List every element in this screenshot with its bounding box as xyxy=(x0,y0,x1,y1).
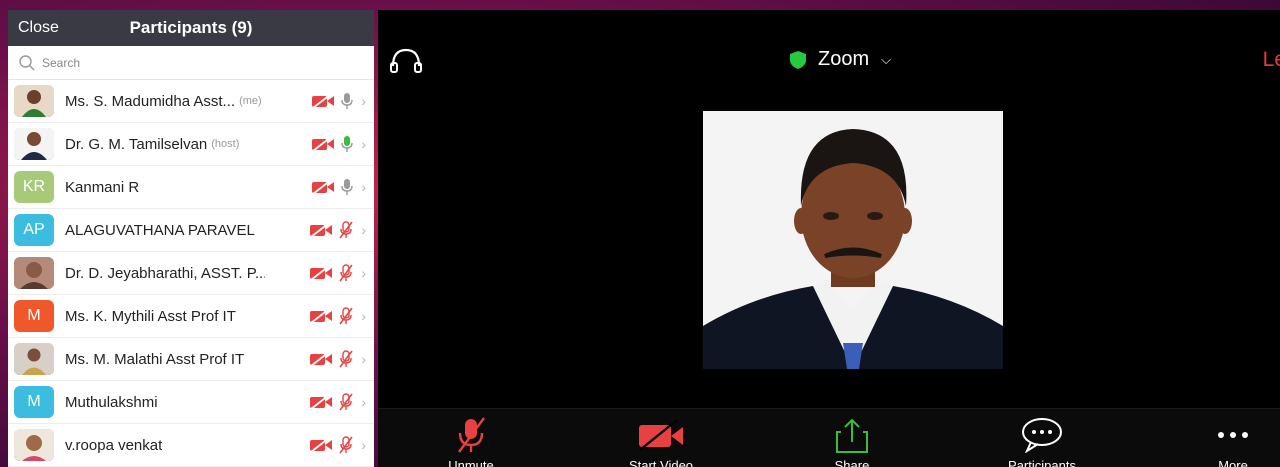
participant-row[interactable]: AP ALAGUVATHANA PARAVEL › xyxy=(8,209,374,252)
more-label: More xyxy=(1218,458,1248,467)
participant-row[interactable]: Dr. D. Jeyabharathi, ASST. P... › xyxy=(8,252,374,295)
participant-name: Dr. G. M. Tamilselvan xyxy=(65,135,208,153)
chevron-right-icon: › xyxy=(361,179,366,195)
mic-active-icon xyxy=(341,136,354,152)
video-off-icon xyxy=(312,179,335,195)
participant-name: Muthulakshmi xyxy=(65,393,158,411)
video-off-icon xyxy=(310,222,333,238)
participant-name: Ms. S. Madumidha Asst... xyxy=(65,92,236,110)
panel-title: Participants (9) xyxy=(129,18,253,37)
search-icon xyxy=(19,54,35,71)
video-off-icon xyxy=(312,93,335,109)
unmute-label: Unmute xyxy=(448,458,494,467)
chevron-right-icon: › xyxy=(361,351,366,367)
meeting-toolbar: Unmute Start Video Share Participants Mo… xyxy=(378,408,1280,467)
start-video-label: Start Video xyxy=(628,458,694,467)
chevron-right-icon: › xyxy=(361,136,366,152)
chevron-right-icon: › xyxy=(361,394,366,410)
mic-muted-icon xyxy=(339,350,353,368)
search-input[interactable] xyxy=(42,55,342,70)
more-button[interactable]: More xyxy=(1178,415,1280,467)
avatar xyxy=(14,343,54,375)
participants-panel: Close Participants (9) Ms. S. Madumidha … xyxy=(8,10,374,467)
participant-name: v.roopa venkat xyxy=(65,436,163,454)
chevron-right-icon: › xyxy=(361,222,366,238)
participant-list: Ms. S. Madumidha Asst... (me) › Dr. G. M… xyxy=(8,80,374,467)
video-off-icon xyxy=(310,394,333,410)
audio-headset-button[interactable] xyxy=(388,46,424,81)
avatar xyxy=(14,128,54,160)
participant-row[interactable]: KR Kanmani R › xyxy=(8,166,374,209)
meeting-title: Zoom xyxy=(818,48,870,70)
video-off-icon xyxy=(310,308,333,324)
close-button[interactable]: Close xyxy=(18,19,59,37)
participant-name: ALAGUVATHANA PARAVEL xyxy=(65,221,255,239)
mic-muted-icon xyxy=(339,221,353,239)
avatar xyxy=(14,85,54,117)
participant-row[interactable]: Dr. G. M. Tamilselvan (host) › xyxy=(8,123,374,166)
meeting-title-dropdown[interactable]: Zoom ⌵ xyxy=(788,48,891,71)
chevron-right-icon: › xyxy=(361,265,366,281)
participant-row[interactable]: v.roopa venkat › xyxy=(8,424,374,467)
chevron-right-icon: › xyxy=(361,308,366,324)
participants-label: Participants xyxy=(1008,458,1076,467)
mic-icon xyxy=(341,179,354,195)
more-dots-icon xyxy=(1218,432,1248,438)
search-bar xyxy=(8,46,374,80)
participant-row[interactable]: M Muthulakshmi › xyxy=(8,381,374,424)
video-off-icon xyxy=(310,437,333,453)
share-icon xyxy=(836,418,868,453)
mic-muted-icon xyxy=(339,393,353,411)
chevron-right-icon: › xyxy=(361,437,366,453)
mic-muted-icon xyxy=(339,264,353,282)
panel-header: Close Participants (9) xyxy=(8,10,374,46)
leave-button[interactable]: Le xyxy=(1263,48,1280,72)
mic-muted-icon xyxy=(339,436,353,454)
participant-tag: (me) xyxy=(239,95,262,107)
start-video-button[interactable]: Start Video xyxy=(606,415,716,467)
participant-video-tile xyxy=(703,111,1003,369)
shield-icon xyxy=(790,50,806,69)
avatar xyxy=(14,257,54,289)
mic-muted-icon xyxy=(458,417,485,453)
participant-name: Kanmani R xyxy=(65,178,140,196)
chevron-down-icon: ⌵ xyxy=(881,51,891,67)
share-button[interactable]: Share xyxy=(797,415,907,467)
chevron-right-icon: › xyxy=(361,93,366,109)
share-label: Share xyxy=(834,458,870,467)
participant-portrait xyxy=(703,111,1003,369)
participant-row[interactable]: Ms. S. Madumidha Asst... (me) › xyxy=(8,80,374,123)
mic-muted-icon xyxy=(339,307,353,325)
participant-name: Dr. D. Jeyabharathi, ASST. P... xyxy=(65,264,265,282)
participant-name: Ms. M. Malathi Asst Prof IT xyxy=(65,350,245,368)
avatar: M xyxy=(14,300,54,332)
participant-row[interactable]: M Ms. K. Mythili Asst Prof IT › xyxy=(8,295,374,338)
avatar xyxy=(14,429,54,461)
video-off-icon xyxy=(310,265,333,281)
video-off-icon xyxy=(639,419,683,451)
participant-row[interactable]: Ms. M. Malathi Asst Prof IT › xyxy=(8,338,374,381)
chat-bubble-icon xyxy=(1022,418,1062,453)
mic-icon xyxy=(341,93,354,109)
avatar: AP xyxy=(14,214,54,246)
headset-icon xyxy=(390,48,422,73)
unmute-button[interactable]: Unmute xyxy=(416,415,526,467)
participant-tag: (host) xyxy=(211,138,240,150)
avatar: KR xyxy=(14,171,54,203)
participants-button[interactable]: Participants xyxy=(987,415,1097,467)
video-off-icon xyxy=(312,136,335,152)
meeting-view: Zoom ⌵ Le xyxy=(378,10,1280,467)
participant-name: Ms. K. Mythili Asst Prof IT xyxy=(65,307,236,325)
video-off-icon xyxy=(310,351,333,367)
avatar: M xyxy=(14,386,54,418)
